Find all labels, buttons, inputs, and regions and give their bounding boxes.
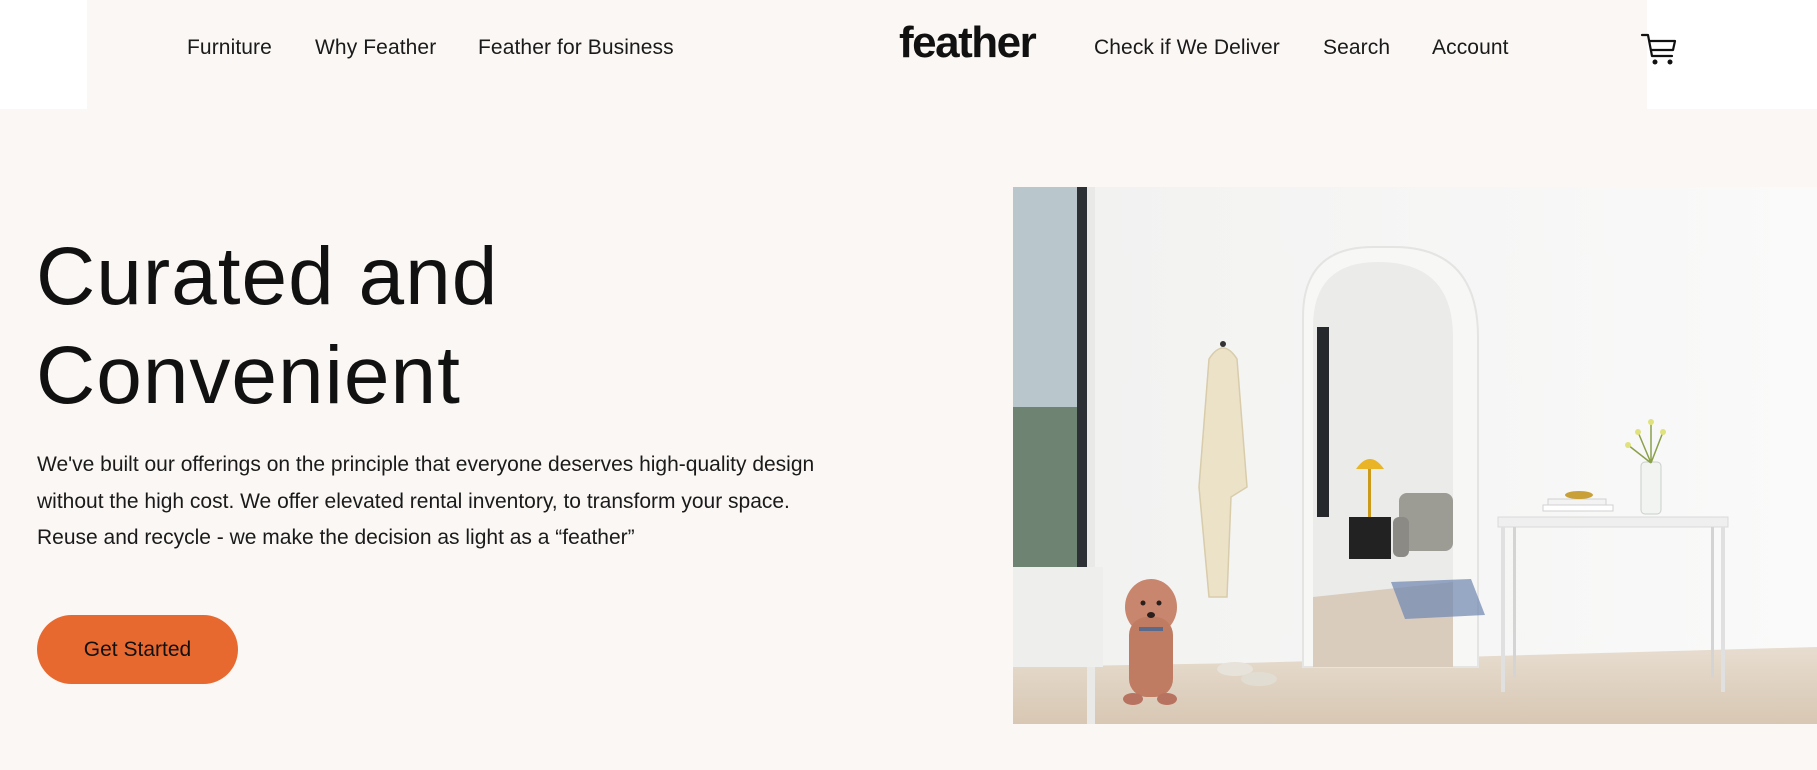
get-started-button[interactable]: Get Started (37, 615, 238, 684)
hero-headline: Curated and Convenient (36, 227, 736, 425)
hero-description-line2: without the high cost. We offer elevated… (37, 489, 790, 513)
nav-link-check-delivery[interactable]: Check if We Deliver (1094, 36, 1280, 60)
cart-icon[interactable] (1639, 30, 1679, 68)
nav-link-account[interactable]: Account (1432, 36, 1509, 60)
hero-section: Curated and Convenient We've built our o… (0, 109, 1817, 770)
hero-room-image (1013, 187, 1817, 724)
nav-link-feather-for-business[interactable]: Feather for Business (478, 36, 674, 60)
hero-description-line3: Reuse and recycle - we make the decision… (37, 526, 635, 549)
nav-link-search[interactable]: Search (1323, 36, 1390, 60)
nav-link-furniture[interactable]: Furniture (187, 36, 272, 60)
site-header: Furniture Why Feather Feather for Busine… (87, 0, 1677, 109)
hero-description: We've built our offerings on the princip… (37, 447, 937, 557)
hero-description-line1: We've built our offerings on the princip… (37, 453, 815, 476)
hero-headline-line2: Convenient (36, 330, 461, 421)
feather-logo[interactable]: feather (899, 18, 1037, 68)
nav-link-why-feather[interactable]: Why Feather (315, 36, 436, 60)
hero-headline-line1: Curated and (36, 231, 499, 322)
